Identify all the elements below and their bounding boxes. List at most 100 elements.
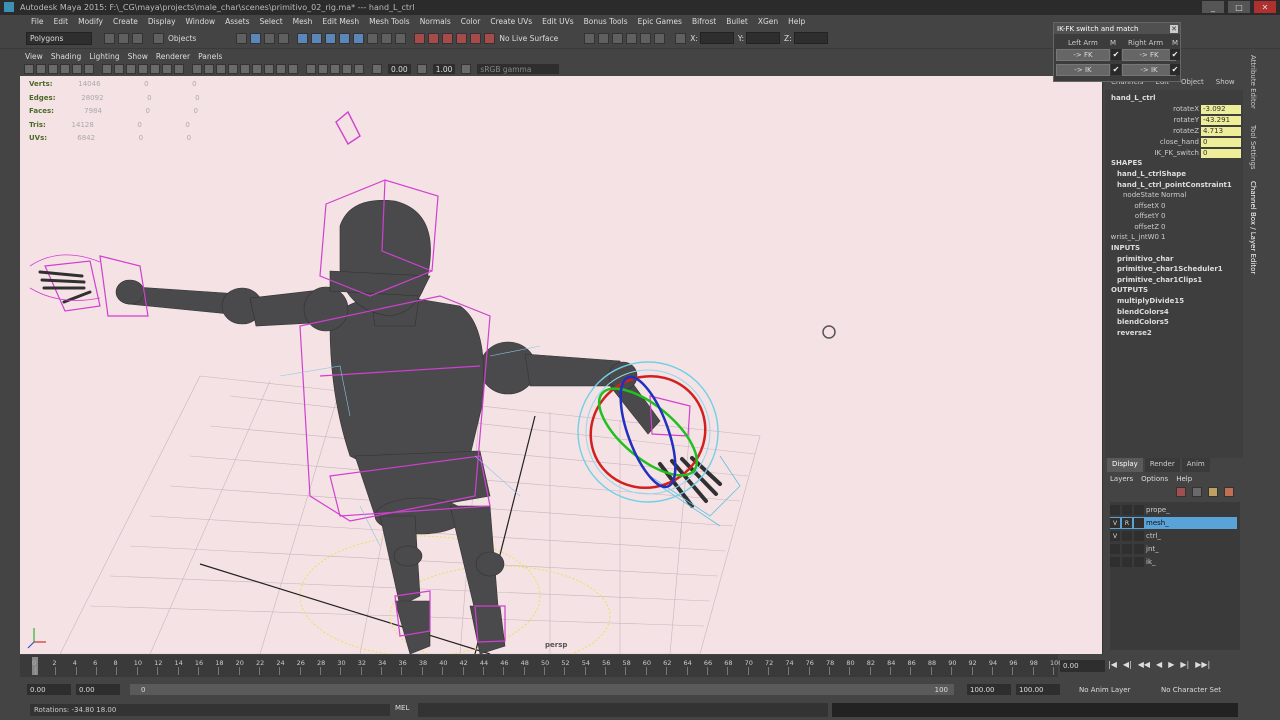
select-handle-icon[interactable] bbox=[264, 32, 276, 44]
film-gate-icon[interactable] bbox=[114, 64, 124, 74]
select-camera-icon[interactable] bbox=[24, 64, 34, 74]
view-transform-dropdown[interactable]: sRGB gamma bbox=[477, 64, 560, 74]
output-node[interactable]: multiplyDivide15 bbox=[1117, 296, 1184, 306]
layer-visibility-toggle[interactable]: V bbox=[1110, 531, 1120, 541]
snap-curve-icon[interactable] bbox=[428, 32, 440, 44]
snap-point-icon[interactable] bbox=[442, 32, 454, 44]
layer-color-swatch[interactable] bbox=[1134, 544, 1144, 554]
right-arm-to-ik-button[interactable]: -> IK bbox=[1122, 64, 1176, 76]
layer-menu-options[interactable]: Options bbox=[1141, 475, 1168, 485]
end-time-field[interactable]: 100.00 bbox=[1016, 684, 1060, 695]
channel-close-hand[interactable]: close_hand 0 bbox=[1105, 137, 1241, 147]
time-slider[interactable]: 0246810121416182022242628303234363840424… bbox=[20, 655, 1062, 677]
channel-menu-show[interactable]: Show bbox=[1216, 78, 1235, 87]
minimize-button[interactable]: _ bbox=[1202, 1, 1224, 13]
maximize-button[interactable]: □ bbox=[1228, 1, 1250, 13]
viewport-persp[interactable]: Verts: 14046 0 0 Edges: 28092 0 0 Faces: 7984 0 0… bbox=[20, 76, 1102, 654]
range-slider[interactable]: 0 100 bbox=[130, 684, 954, 695]
menu-color[interactable]: Color bbox=[456, 17, 486, 26]
start-time-field[interactable]: 0.00 bbox=[27, 684, 71, 695]
command-input[interactable] bbox=[418, 703, 828, 717]
layer-row-jnt[interactable]: jnt_ bbox=[1110, 543, 1237, 555]
play-backwards-button[interactable]: ◀ bbox=[1156, 660, 1162, 672]
channel-value-field[interactable]: 0 bbox=[1161, 212, 1201, 220]
layer-row-ik[interactable]: ik_ bbox=[1110, 556, 1237, 568]
menu-bonus-tools[interactable]: Bonus Tools bbox=[579, 17, 633, 26]
input-line-mode-icon[interactable] bbox=[675, 32, 687, 44]
resolution-gate-icon[interactable] bbox=[126, 64, 136, 74]
channel-offset-x[interactable]: offsetX 0 bbox=[1105, 201, 1201, 211]
wireframe-icon[interactable] bbox=[192, 64, 202, 74]
layer-row-mesh[interactable]: V Rmesh_ bbox=[1110, 517, 1237, 529]
x-ray-icon[interactable] bbox=[330, 64, 340, 74]
menu-help[interactable]: Help bbox=[783, 17, 810, 26]
menu-mesh-tools[interactable]: Mesh Tools bbox=[364, 17, 415, 26]
menu-modify[interactable]: Modify bbox=[73, 17, 108, 26]
select-rendering-icon[interactable] bbox=[353, 32, 365, 44]
menu-file[interactable]: File bbox=[26, 17, 49, 26]
panel-menu-view[interactable]: View bbox=[25, 52, 43, 61]
move-layer-down-icon[interactable] bbox=[1192, 487, 1202, 497]
two-d-pan-zoom-icon[interactable] bbox=[72, 64, 82, 74]
image-plane-icon[interactable] bbox=[60, 64, 70, 74]
new-empty-layer-icon[interactable] bbox=[1208, 487, 1218, 497]
layer-type-toggle[interactable] bbox=[1122, 505, 1132, 515]
exposure-icon[interactable] bbox=[372, 64, 382, 74]
left-arm-to-ik-button[interactable]: -> IK bbox=[1056, 64, 1110, 76]
use-all-lights-icon[interactable] bbox=[240, 64, 250, 74]
ik-fk-close-button[interactable]: ✕ bbox=[1170, 24, 1178, 33]
new-scene-icon[interactable] bbox=[104, 32, 115, 44]
select-dynamics-icon[interactable] bbox=[339, 32, 351, 44]
selection-mode-icon[interactable] bbox=[153, 32, 164, 44]
render-settings-icon[interactable] bbox=[640, 32, 652, 44]
menu-display[interactable]: Display bbox=[143, 17, 181, 26]
menu-edit-mesh[interactable]: Edit Mesh bbox=[317, 17, 364, 26]
select-joint-icon[interactable] bbox=[278, 32, 290, 44]
z-coordinate-field[interactable] bbox=[793, 32, 828, 44]
channel-value-field[interactable]: 0 bbox=[1161, 223, 1201, 231]
x-ray-active-icon[interactable] bbox=[342, 64, 352, 74]
channel-value-field[interactable]: 4.713 bbox=[1201, 126, 1241, 136]
select-curve-icon[interactable] bbox=[297, 32, 309, 44]
save-scene-icon[interactable] bbox=[132, 32, 143, 44]
move-layer-up-icon[interactable] bbox=[1176, 487, 1186, 497]
channel-rotate-x[interactable]: rotateX -3.092 bbox=[1105, 104, 1241, 114]
menu-create[interactable]: Create bbox=[108, 17, 143, 26]
current-time-marker[interactable] bbox=[32, 657, 38, 675]
step-back-key-button[interactable]: ◀| bbox=[1123, 660, 1132, 672]
layer-type-toggle[interactable] bbox=[1122, 544, 1132, 554]
snap-together-icon[interactable] bbox=[484, 32, 496, 44]
bookmarks-icon[interactable] bbox=[48, 64, 58, 74]
layer-type-toggle[interactable] bbox=[1122, 531, 1132, 541]
channel-wrist-weight[interactable]: wrist_L_jntW0 1 bbox=[1105, 232, 1201, 242]
layer-visibility-toggle[interactable]: V bbox=[1110, 518, 1120, 528]
menu-normals[interactable]: Normals bbox=[415, 17, 456, 26]
layer-row-prope[interactable]: prope_ bbox=[1110, 504, 1237, 516]
tab-tool-settings[interactable]: Tool Settings bbox=[1245, 125, 1257, 170]
motion-blur-icon[interactable] bbox=[276, 64, 286, 74]
menu-mesh[interactable]: Mesh bbox=[288, 17, 318, 26]
output-node[interactable]: blendColors5 bbox=[1117, 317, 1169, 327]
field-chart-icon[interactable] bbox=[150, 64, 160, 74]
grid-icon[interactable] bbox=[102, 64, 112, 74]
construction-history-icon[interactable] bbox=[584, 32, 596, 44]
color-management-icon[interactable] bbox=[461, 64, 472, 74]
tab-attribute-editor[interactable]: Attribute Editor bbox=[1245, 55, 1257, 109]
channel-value-field[interactable]: 0 bbox=[1201, 137, 1241, 147]
constraint-node[interactable]: hand_L_ctrl_pointConstraint1 bbox=[1117, 180, 1232, 190]
mel-label[interactable]: MEL bbox=[395, 704, 409, 712]
menu-epic-games[interactable]: Epic Games bbox=[633, 17, 687, 26]
exposure-field[interactable]: 0.00 bbox=[388, 64, 411, 74]
step-forward-key-button[interactable]: ▶| bbox=[1180, 660, 1189, 672]
hypershade-icon[interactable] bbox=[654, 32, 666, 44]
menu-create-uvs[interactable]: Create UVs bbox=[485, 17, 537, 26]
camera-attributes-icon[interactable] bbox=[36, 64, 46, 74]
menu-xgen[interactable]: XGen bbox=[753, 17, 783, 26]
anim-end-field[interactable]: 100.00 bbox=[967, 684, 1011, 695]
smooth-shade-icon[interactable] bbox=[204, 64, 214, 74]
channel-value-field[interactable]: Normal bbox=[1161, 191, 1201, 199]
anim-start-field[interactable]: 0.00 bbox=[76, 684, 120, 695]
x-coordinate-field[interactable] bbox=[699, 32, 734, 44]
screen-space-ao-icon[interactable] bbox=[264, 64, 274, 74]
menu-edit-uvs[interactable]: Edit UVs bbox=[537, 17, 578, 26]
